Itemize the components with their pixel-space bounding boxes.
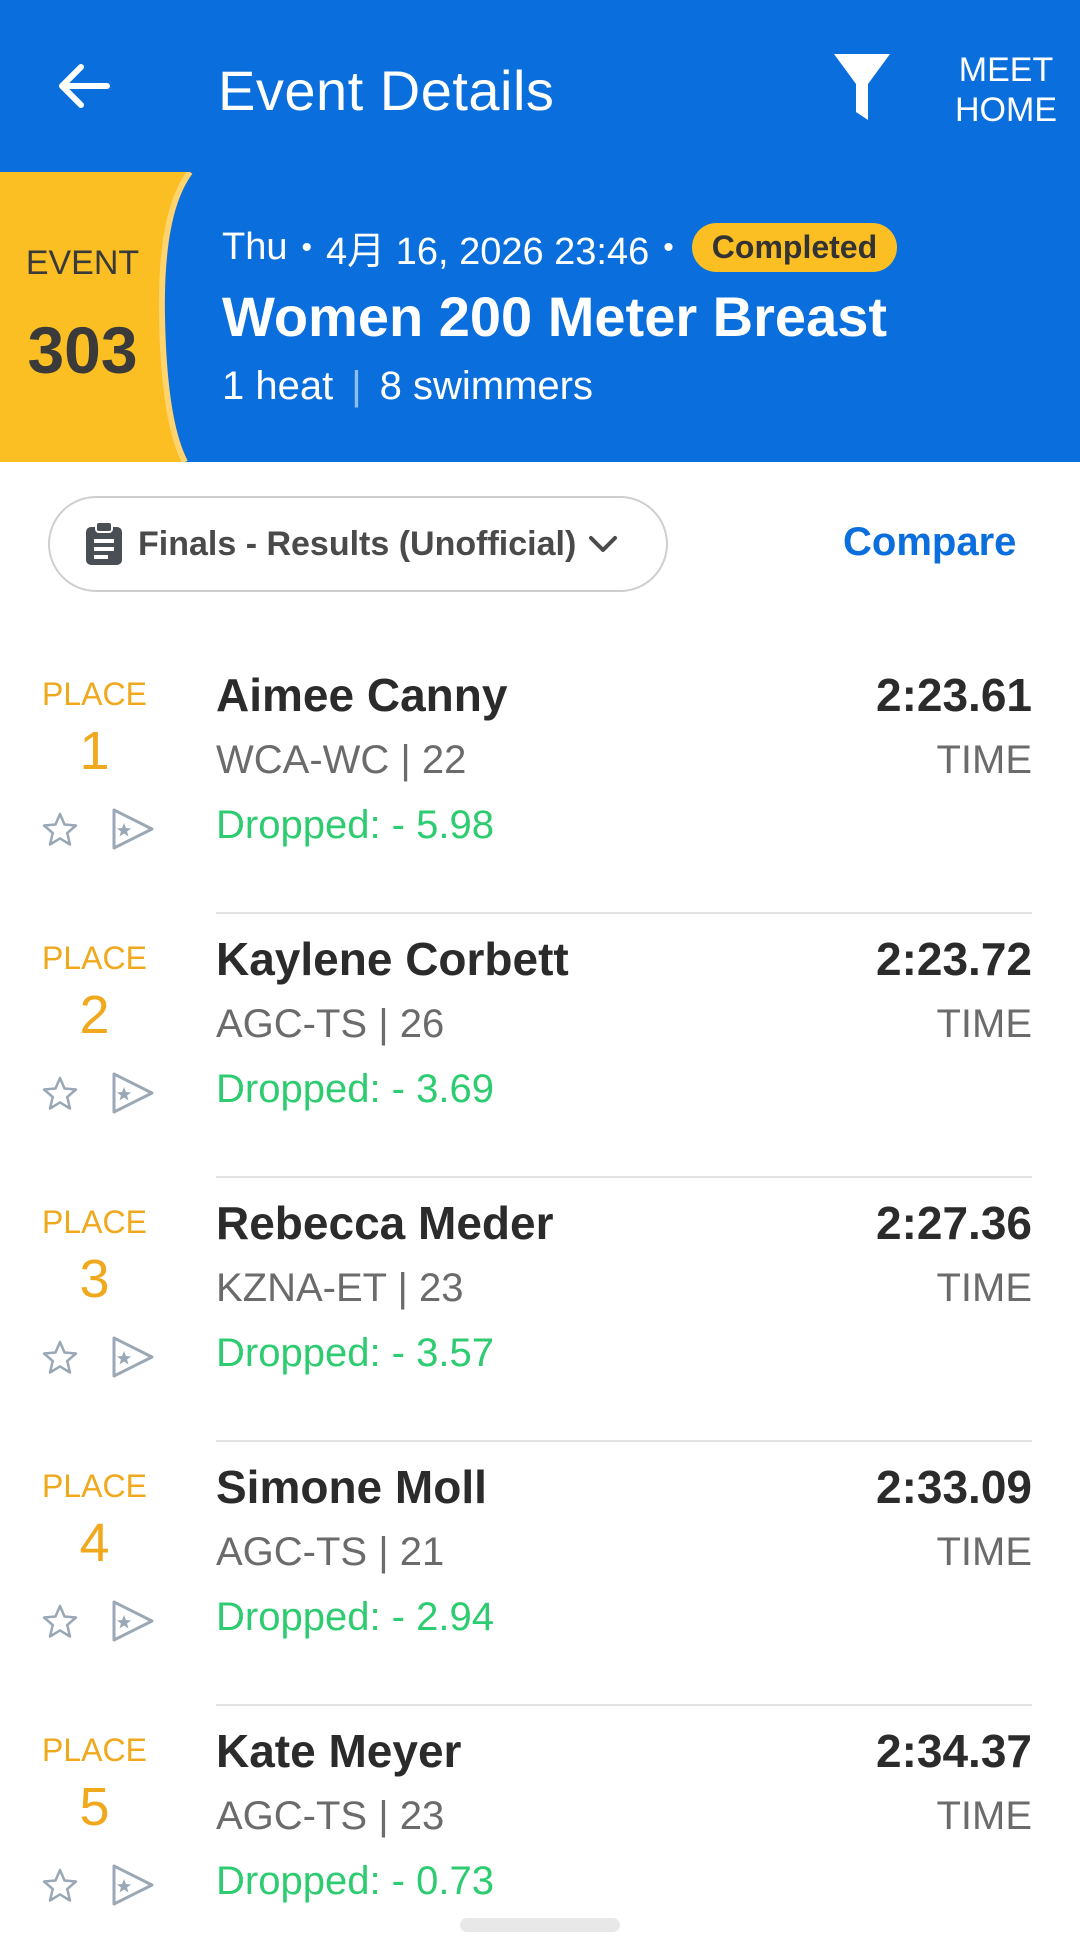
team-age: AGC-TS | 26 — [216, 1002, 445, 1046]
round-selector-label: Finals - Results (Unofficial) — [138, 524, 577, 563]
star-outline-icon[interactable] — [40, 1866, 80, 1906]
scroll-indicator — [460, 1918, 620, 1932]
team-age: AGC-TS | 23 — [216, 1794, 445, 1838]
time-dropped: Dropped: - 0.73 — [216, 1859, 494, 1903]
clipboard-icon — [86, 521, 122, 565]
swimmer-name[interactable]: Kate Meyer — [216, 1724, 461, 1778]
place-number: 2 — [79, 985, 110, 1045]
meta-separator: • — [663, 230, 674, 264]
flag-icon[interactable] — [108, 1334, 156, 1380]
event-summary: 1 heat | 8 swimmers — [222, 364, 593, 409]
result-row[interactable]: PLACE 2 Kaylene Corbett AGC-TS | 26 Drop… — [0, 914, 1080, 1178]
final-time: 2:23.72 — [875, 933, 1032, 985]
time-dropped: Dropped: - 2.94 — [216, 1595, 494, 1639]
arrow-left-icon — [59, 64, 110, 108]
star-outline-icon[interactable] — [40, 1338, 80, 1378]
flag-icon[interactable] — [108, 1862, 156, 1908]
app-bar: Event Details MEET HOME — [0, 0, 1080, 175]
time-dropped: Dropped: - 3.57 — [216, 1331, 494, 1375]
event-meta: Thu • 4月 16, 2026 23:46 • Completed — [222, 220, 898, 275]
result-row[interactable]: PLACE 3 Rebecca Meder KZNA-ET | 23 Dropp… — [0, 1178, 1080, 1442]
place-number: 3 — [79, 1249, 110, 1309]
time-dropped: Dropped: - 3.69 — [216, 1067, 494, 1111]
time-label: TIME — [936, 1794, 1032, 1838]
swimmer-name[interactable]: Simone Moll — [216, 1460, 487, 1514]
meet-home-line2: HOME — [955, 91, 1057, 129]
event-number: 303 — [27, 313, 138, 387]
place-number: 5 — [79, 1777, 110, 1837]
flag-icon[interactable] — [108, 806, 156, 852]
summary-separator: | — [351, 364, 362, 408]
swimmer-name[interactable]: Rebecca Meder — [216, 1196, 554, 1250]
heat-count: 1 heat — [222, 364, 334, 408]
time-label: TIME — [936, 1530, 1032, 1574]
flag-icon[interactable] — [108, 1070, 156, 1116]
result-row[interactable]: PLACE 1 Aimee Canny WCA-WC | 22 Dropped:… — [0, 650, 1080, 914]
result-row[interactable]: PLACE 5 Kate Meyer AGC-TS | 23 Dropped: … — [0, 1706, 1080, 1945]
round-selector[interactable]: Finals - Results (Unofficial) — [48, 496, 668, 592]
final-time: 2:23.61 — [875, 669, 1032, 721]
meet-home-line1: MEET — [958, 51, 1054, 89]
chevron-down-icon — [589, 536, 618, 552]
time-label: TIME — [936, 1002, 1032, 1046]
meta-separator: • — [301, 230, 312, 264]
place-label: PLACE — [42, 1468, 147, 1504]
place-label: PLACE — [42, 1204, 147, 1240]
meet-home-button[interactable]: MEET HOME — [946, 50, 1066, 130]
place-number: 4 — [79, 1513, 110, 1573]
back-button[interactable] — [48, 50, 120, 122]
event-header: EVENT 303 Thu • 4月 16, 2026 23:46 • Comp… — [0, 172, 1080, 462]
place-label: PLACE — [42, 676, 147, 712]
swimmer-name[interactable]: Aimee Canny — [216, 668, 507, 722]
time-label: TIME — [936, 738, 1032, 782]
team-age: KZNA-ET | 23 — [216, 1266, 464, 1310]
place-number: 1 — [79, 721, 110, 781]
star-outline-icon[interactable] — [40, 1602, 80, 1642]
star-outline-icon[interactable] — [40, 1074, 80, 1114]
flag-icon[interactable] — [108, 1598, 156, 1644]
team-age: WCA-WC | 22 — [216, 738, 467, 782]
team-age: AGC-TS | 21 — [216, 1530, 445, 1574]
swimmer-name[interactable]: Kaylene Corbett — [216, 932, 569, 986]
page-title: Event Details — [218, 59, 555, 122]
place-label: PLACE — [42, 940, 147, 976]
swimmer-count: 8 swimmers — [379, 364, 593, 408]
event-label: EVENT — [25, 244, 140, 282]
event-day: Thu — [222, 226, 288, 268]
final-time: 2:27.36 — [875, 1197, 1032, 1249]
final-time: 2:34.37 — [875, 1725, 1032, 1777]
time-dropped: Dropped: - 5.98 — [216, 803, 494, 847]
star-outline-icon[interactable] — [40, 810, 80, 850]
filter-funnel-icon — [834, 54, 890, 120]
results-list: PLACE 1 Aimee Canny WCA-WC | 22 Dropped:… — [0, 650, 1080, 1945]
filter-button[interactable] — [832, 50, 902, 128]
final-time: 2:33.09 — [875, 1461, 1032, 1513]
compare-button[interactable]: Compare — [843, 520, 1016, 565]
event-date: 4月 16, 2026 23:46 — [326, 231, 650, 273]
time-label: TIME — [936, 1266, 1032, 1310]
place-label: PLACE — [42, 1732, 147, 1768]
result-row[interactable]: PLACE 4 Simone Moll AGC-TS | 21 Dropped:… — [0, 1442, 1080, 1706]
event-name: Women 200 Meter Breast — [222, 285, 887, 348]
status-badge: Completed — [691, 223, 898, 272]
